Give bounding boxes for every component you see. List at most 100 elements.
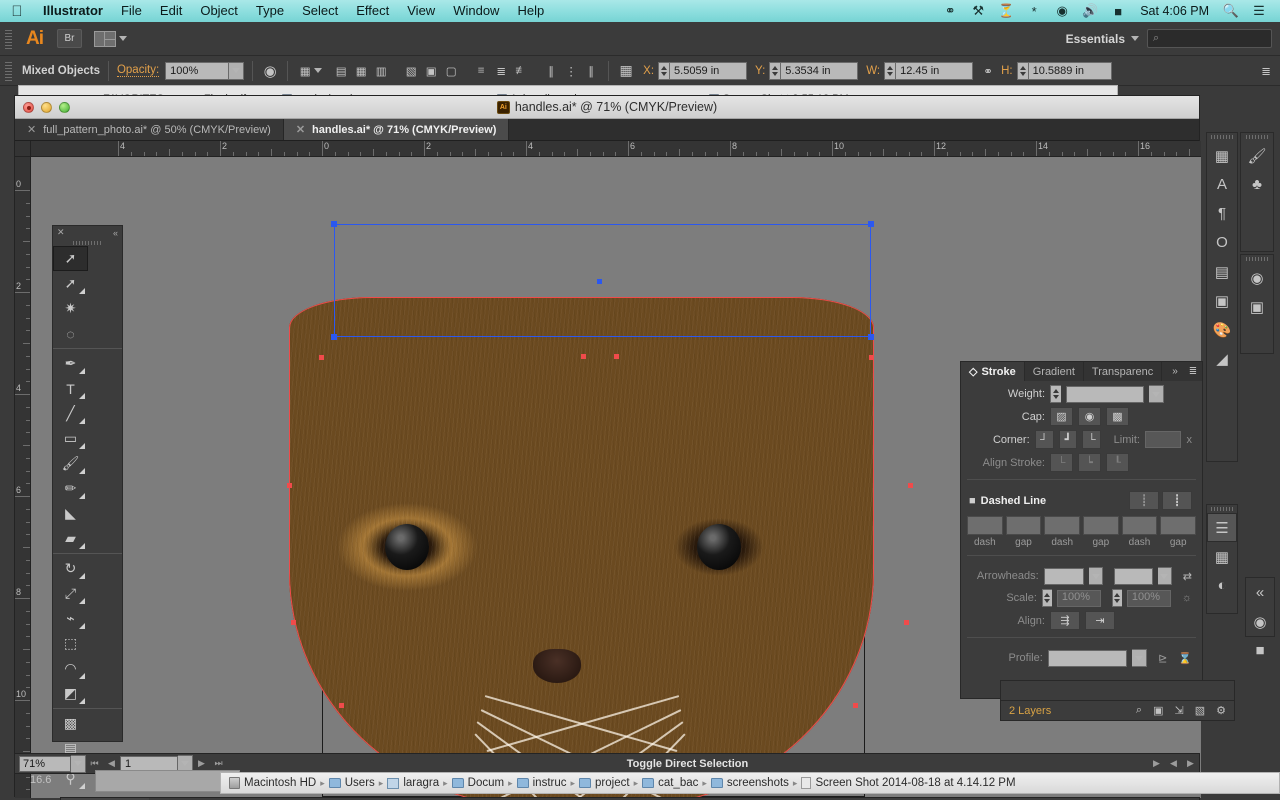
dash-input-0[interactable] bbox=[967, 516, 1003, 535]
weight-input[interactable] bbox=[1066, 385, 1144, 403]
align-stroke-outside-icon[interactable]: ┖ bbox=[1106, 453, 1129, 472]
link-scale-icon[interactable]: ☼ bbox=[1182, 592, 1192, 604]
gap-input-3[interactable] bbox=[1083, 516, 1119, 535]
volume-icon[interactable]: 🔊 bbox=[1077, 3, 1103, 19]
scroll-right-icon[interactable]: ▶ bbox=[1182, 758, 1199, 769]
weight-stepper[interactable] bbox=[1050, 385, 1061, 403]
paragraph-icon[interactable]: ¶ bbox=[1207, 199, 1237, 228]
collapse-icon[interactable]: « bbox=[1246, 578, 1274, 607]
pathfinder-icon[interactable]: ▣ bbox=[1207, 286, 1237, 315]
align-left-icon[interactable]: ▤ bbox=[332, 62, 350, 80]
zoom-level-input[interactable]: 71% bbox=[19, 755, 71, 772]
align-stroke-inside-icon[interactable]: ┕ bbox=[1078, 453, 1101, 472]
menu-edit[interactable]: Edit bbox=[151, 0, 191, 22]
bevel-join-icon[interactable]: └ bbox=[1082, 430, 1102, 449]
path-anchor-point[interactable] bbox=[291, 620, 296, 625]
x-field-group[interactable]: 5.5059 in bbox=[658, 61, 748, 80]
gradient-icon[interactable]: ▦ bbox=[1207, 542, 1237, 571]
line-segment-tool[interactable]: ╱ bbox=[53, 401, 88, 426]
align-icon[interactable]: ▤ bbox=[1207, 257, 1237, 286]
layers-icon[interactable]: ▣ bbox=[1241, 292, 1273, 321]
horizontal-ruler[interactable]: 4 2 0 2 4 6 8 10 12 14 16 bbox=[15, 141, 1201, 157]
tab-gradient[interactable]: Gradient bbox=[1025, 362, 1084, 381]
flip-across-icon[interactable]: ⊵ bbox=[1158, 652, 1167, 665]
w-field-group[interactable]: 12.45 in bbox=[884, 61, 974, 80]
align-top-icon[interactable]: ▧ bbox=[402, 62, 420, 80]
menu-help[interactable]: Help bbox=[508, 0, 553, 22]
dock-grip[interactable] bbox=[1241, 255, 1273, 263]
profile-dropdown[interactable] bbox=[1132, 649, 1148, 667]
zoom-dropdown-arrow[interactable] bbox=[71, 754, 86, 773]
type-tool[interactable]: T bbox=[53, 376, 88, 401]
h-input[interactable]: 10.5889 in bbox=[1027, 61, 1112, 80]
document-titlebar[interactable]: Ai handles.ai* @ 71% (CMYK/Preview) bbox=[15, 96, 1199, 119]
y-field-group[interactable]: 5.3534 in bbox=[769, 61, 859, 80]
go-to-bridge-button[interactable]: Br bbox=[57, 29, 82, 48]
gap-input-1[interactable] bbox=[1005, 516, 1042, 535]
pen-tool[interactable]: ✒ bbox=[53, 351, 88, 376]
app-bar-grip[interactable] bbox=[3, 26, 14, 51]
align-bottom-icon[interactable]: ▢ bbox=[442, 62, 460, 80]
x-input[interactable]: 5.5059 in bbox=[669, 61, 748, 80]
limit-input[interactable] bbox=[1144, 431, 1182, 448]
breadcrumb-item-project[interactable]: project bbox=[579, 777, 630, 789]
align-horizontal-center-icon[interactable]: ▦ bbox=[352, 62, 370, 80]
align-to-icon[interactable]: ▦ bbox=[296, 62, 314, 80]
swap-arrowheads-icon[interactable]: ⇄ bbox=[1183, 570, 1192, 583]
tools-panel-grip[interactable] bbox=[53, 239, 122, 246]
selection-handle[interactable] bbox=[868, 334, 874, 340]
menu-type[interactable]: Type bbox=[247, 0, 293, 22]
dock-grip[interactable] bbox=[1241, 133, 1273, 141]
selection-handle[interactable] bbox=[331, 221, 337, 227]
last-artboard-icon[interactable]: ⏭ bbox=[210, 758, 227, 769]
selection-handle[interactable] bbox=[868, 221, 874, 227]
arrange-documents-button[interactable] bbox=[94, 30, 127, 47]
scroll-left-icon[interactable]: ◀ bbox=[1165, 758, 1182, 769]
y-input[interactable]: 5.3534 in bbox=[780, 61, 859, 80]
distribute-horizontal-center-icon[interactable]: ⋮ bbox=[562, 62, 580, 80]
round-cap-icon[interactable]: ◉ bbox=[1078, 407, 1101, 426]
scale-start-input[interactable]: 100% bbox=[1056, 589, 1101, 607]
eraser-tool[interactable]: ▰ bbox=[53, 526, 88, 551]
scale-tool[interactable]: ⤢ bbox=[53, 581, 88, 606]
butt-cap-icon[interactable]: ▨ bbox=[1050, 407, 1073, 426]
reference-point-icon[interactable]: ▦ bbox=[617, 62, 635, 80]
arrowhead-start-dropdown[interactable] bbox=[1089, 567, 1104, 585]
place-arrow-at-end-icon[interactable]: ⇥ bbox=[1085, 611, 1115, 630]
transparency-icon[interactable]: ◉ bbox=[261, 62, 279, 80]
breadcrumb-item-screen-shot-2014-08-18-at-4-14-12-pm[interactable]: Screen Shot 2014-08-18 at 4.14.12 PM bbox=[801, 777, 1016, 789]
menu-illustrator[interactable]: Illustrator bbox=[34, 0, 112, 22]
app-icon[interactable]: ⚒ bbox=[965, 3, 991, 19]
color-thumbnails-icon[interactable]: ■ bbox=[1246, 636, 1274, 665]
menu-view[interactable]: View bbox=[398, 0, 444, 22]
battery-icon[interactable]: ■ bbox=[1105, 4, 1131, 19]
h-field-group[interactable]: 10.5889 in bbox=[1016, 61, 1112, 80]
selection-handle[interactable] bbox=[331, 334, 337, 340]
appearance-icon[interactable]: ◉ bbox=[1241, 263, 1273, 292]
vertical-ruler[interactable]: 0 2 4 6 8 10 bbox=[15, 157, 31, 798]
projecting-cap-icon[interactable]: ▩ bbox=[1106, 407, 1129, 426]
path-anchor-point[interactable] bbox=[904, 620, 909, 625]
status-menu-arrow[interactable]: ▶ bbox=[1148, 758, 1165, 769]
brushes-icon[interactable]: 🖌 bbox=[1241, 141, 1273, 170]
lasso-tool[interactable]: ◌ bbox=[53, 321, 88, 346]
chevron-down-icon[interactable] bbox=[314, 68, 323, 73]
rectangle-tool[interactable]: ▭ bbox=[53, 426, 88, 451]
color-guide-icon[interactable]: ◢ bbox=[1207, 344, 1237, 373]
dock-grip[interactable] bbox=[1207, 133, 1237, 141]
close-icon[interactable]: ✕ bbox=[57, 227, 65, 238]
menu-window[interactable]: Window bbox=[444, 0, 508, 22]
create-new-layer-icon[interactable]: ▧ bbox=[1195, 704, 1205, 717]
distribute-top-icon[interactable]: ≡ bbox=[472, 62, 490, 80]
distribute-right-icon[interactable]: ∥ bbox=[582, 62, 600, 80]
opacity-input[interactable]: 100% bbox=[165, 61, 230, 80]
dash-input-4[interactable] bbox=[1121, 516, 1158, 535]
spotlight-search-icon[interactable]: 🔍 bbox=[1218, 3, 1244, 19]
rotate-tool[interactable]: ↻ bbox=[53, 556, 88, 581]
breadcrumb-item-screenshots[interactable]: screenshots bbox=[710, 777, 789, 789]
delete-selection-icon[interactable]: ⚙ bbox=[1216, 704, 1226, 717]
dashed-line-checkbox[interactable]: ■ bbox=[969, 495, 976, 507]
selection-bounding-box[interactable] bbox=[334, 224, 871, 337]
free-transform-tool[interactable]: ⬚ bbox=[53, 631, 88, 656]
distribute-bottom-icon[interactable]: ≢ bbox=[512, 62, 530, 80]
